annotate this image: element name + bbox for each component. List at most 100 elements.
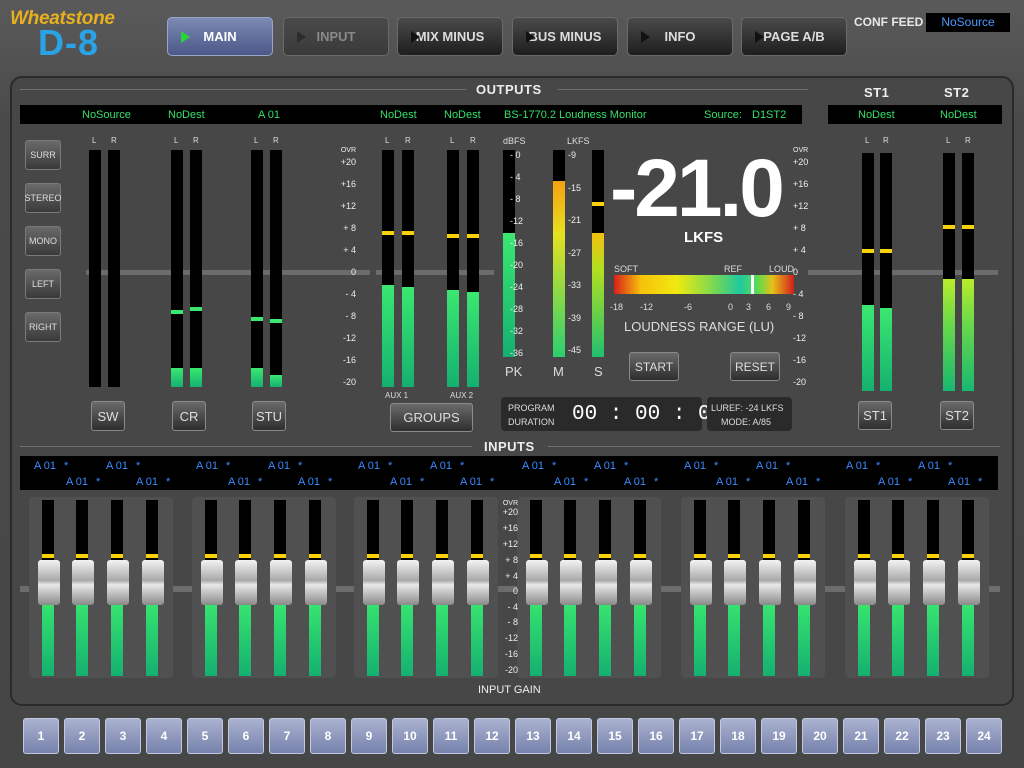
input-source[interactable]: A 01 [136, 476, 158, 488]
channel-button-9[interactable]: 9 [351, 718, 387, 754]
input-source[interactable]: A 01 [268, 460, 290, 472]
channel-button-4[interactable]: 4 [146, 718, 182, 754]
channel-button-16[interactable]: 16 [638, 718, 674, 754]
input-fader-handle[interactable] [142, 560, 164, 605]
channel-button-6[interactable]: 6 [228, 718, 264, 754]
channel-button-18[interactable]: 18 [720, 718, 756, 754]
channel-button-2[interactable]: 2 [64, 718, 100, 754]
input-fader-handle[interactable] [690, 560, 712, 605]
input-fader-handle[interactable] [958, 560, 980, 605]
channel-button-19[interactable]: 19 [761, 718, 797, 754]
range-tick-label: 6 [766, 302, 772, 312]
input-meter [854, 500, 876, 676]
tab-bus-minus[interactable]: BUS MINUS [512, 17, 618, 56]
groups-button[interactable]: GROUPS [390, 403, 473, 432]
input-source[interactable]: A 01 [522, 460, 544, 472]
input-source[interactable]: A 01 [34, 460, 56, 472]
reset-button[interactable]: RESET [730, 352, 780, 381]
input-fader-handle[interactable] [363, 560, 385, 605]
input-source[interactable]: A 01 [684, 460, 706, 472]
input-fader-handle[interactable] [432, 560, 454, 605]
input-fader-handle[interactable] [397, 560, 419, 605]
input-fader-handle[interactable] [526, 560, 548, 605]
input-source[interactable]: A 01 [228, 476, 250, 488]
st2-button[interactable]: ST2 [940, 401, 974, 430]
input-fader-handle[interactable] [888, 560, 910, 605]
input-source[interactable]: A 01 [878, 476, 900, 488]
input-fader-handle[interactable] [38, 560, 60, 605]
channel-button-10[interactable]: 10 [392, 718, 428, 754]
input-source[interactable]: A 01 [846, 460, 868, 472]
input-fader-handle[interactable] [201, 560, 223, 605]
input-fader-handle[interactable] [595, 560, 617, 605]
output-source-2: NoDest [168, 109, 205, 121]
input-fader-handle[interactable] [235, 560, 257, 605]
input-fader-handle[interactable] [107, 560, 129, 605]
st1-button[interactable]: ST1 [858, 401, 892, 430]
input-source[interactable]: A 01 [918, 460, 940, 472]
channel-button-22[interactable]: 22 [884, 718, 920, 754]
input-source[interactable]: A 01 [66, 476, 88, 488]
input-source[interactable]: A 01 [756, 460, 778, 472]
input-source[interactable]: A 01 [106, 460, 128, 472]
start-button[interactable]: START [629, 352, 679, 381]
tab-page-a-b[interactable]: PAGE A/B [741, 17, 847, 56]
input-fader-handle[interactable] [630, 560, 652, 605]
input-source[interactable]: A 01 [786, 476, 808, 488]
left-button[interactable]: LEFT [25, 269, 61, 299]
input-source[interactable]: A 01 [624, 476, 646, 488]
input-fader-handle[interactable] [923, 560, 945, 605]
mono-button[interactable]: MONO [25, 226, 61, 256]
channel-button-21[interactable]: 21 [843, 718, 879, 754]
channel-button-7[interactable]: 7 [269, 718, 305, 754]
tab-info[interactable]: INFO [627, 17, 733, 56]
channel-button-12[interactable]: 12 [474, 718, 510, 754]
soft-label: SOFT [614, 264, 638, 274]
input-source[interactable]: A 01 [554, 476, 576, 488]
input-source[interactable]: A 01 [390, 476, 412, 488]
channel-button-1[interactable]: 1 [23, 718, 59, 754]
input-fader-handle[interactable] [560, 560, 582, 605]
channel-button-23[interactable]: 23 [925, 718, 961, 754]
output-meter [251, 150, 263, 387]
tab-mix-minus[interactable]: MIX MINUS [397, 17, 503, 56]
channel-button-15[interactable]: 15 [597, 718, 633, 754]
stereo-button[interactable]: STEREO [25, 183, 62, 213]
input-source[interactable]: A 01 [460, 476, 482, 488]
input-fader-handle[interactable] [759, 560, 781, 605]
input-fader-handle[interactable] [794, 560, 816, 605]
input-source[interactable]: A 01 [430, 460, 452, 472]
cr-button[interactable]: CR [172, 401, 206, 431]
channel-button-13[interactable]: 13 [515, 718, 551, 754]
conf-feed-value[interactable]: NoSource [926, 13, 1010, 32]
input-fader-handle[interactable] [305, 560, 327, 605]
tab-input[interactable]: INPUT [283, 17, 389, 56]
channel-button-5[interactable]: 5 [187, 718, 223, 754]
right-button[interactable]: RIGHT [25, 312, 61, 342]
channel-button-20[interactable]: 20 [802, 718, 838, 754]
channel-button-14[interactable]: 14 [556, 718, 592, 754]
input-source[interactable]: A 01 [948, 476, 970, 488]
input-source[interactable]: A 01 [594, 460, 616, 472]
input-source[interactable]: A 01 [298, 476, 320, 488]
surr-button[interactable]: SURR [25, 140, 61, 170]
input-source[interactable]: A 01 [716, 476, 738, 488]
channel-button-8[interactable]: 8 [310, 718, 346, 754]
input-source[interactable]: A 01 [196, 460, 218, 472]
stu-button[interactable]: STU [252, 401, 286, 431]
input-fader-handle[interactable] [467, 560, 489, 605]
input-fader-handle[interactable] [854, 560, 876, 605]
channel-button-24[interactable]: 24 [966, 718, 1002, 754]
input-fader-handle[interactable] [724, 560, 746, 605]
input-fader-handle[interactable] [72, 560, 94, 605]
tab-main[interactable]: MAIN [167, 17, 273, 56]
input-fader-handle[interactable] [270, 560, 292, 605]
output-meter [108, 150, 120, 387]
input-meter [432, 500, 454, 676]
dbfs-scale-label: -24 [510, 282, 524, 292]
input-source[interactable]: A 01 [358, 460, 380, 472]
channel-button-11[interactable]: 11 [433, 718, 469, 754]
channel-button-3[interactable]: 3 [105, 718, 141, 754]
sw-button[interactable]: SW [91, 401, 125, 431]
channel-button-17[interactable]: 17 [679, 718, 715, 754]
